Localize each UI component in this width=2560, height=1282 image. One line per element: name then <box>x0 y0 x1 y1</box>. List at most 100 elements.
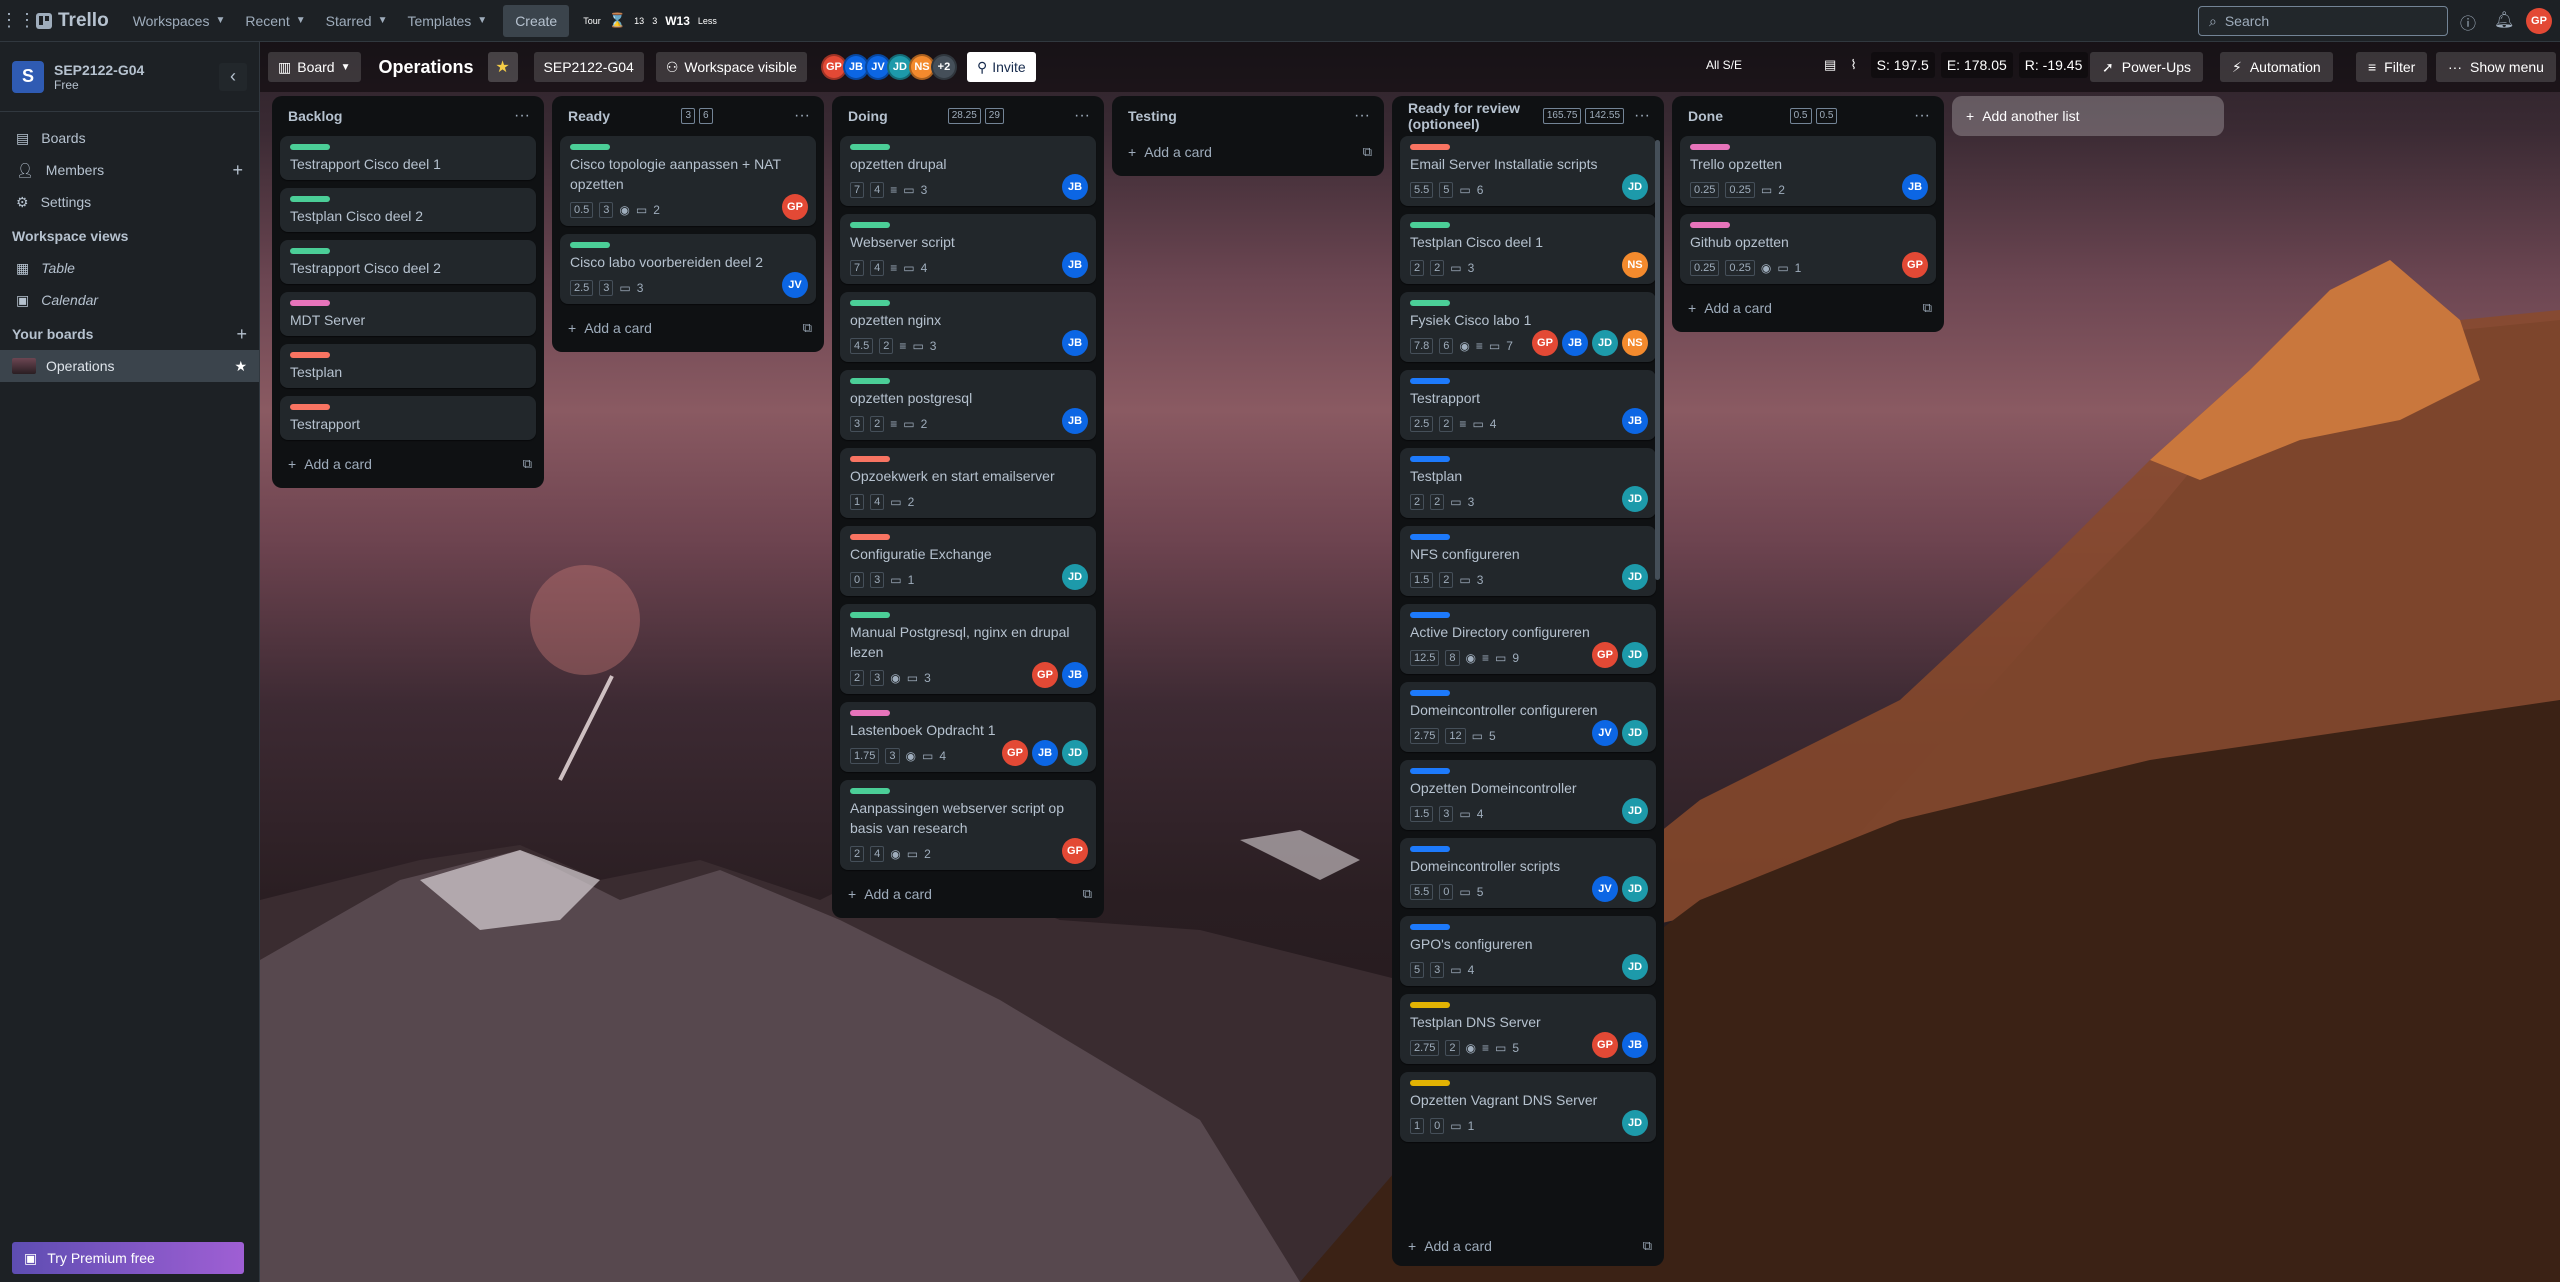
automation-button[interactable]: ⚡︎ Automation <box>2220 52 2333 82</box>
card[interactable]: Testrapport <box>280 396 536 440</box>
list-title[interactable]: Doing <box>848 108 888 124</box>
sidebar-item-settings[interactable]: ⚙ Settings <box>0 186 259 218</box>
sidebar-item-boards[interactable]: ▤ Boards <box>0 122 259 154</box>
member-avatar[interactable]: JD <box>1062 564 1088 590</box>
card[interactable]: Testplan Cisco deel 1 2 2 ▭ 3 NS <box>1400 214 1656 284</box>
card-label[interactable] <box>1410 924 1450 930</box>
star-board-icon[interactable]: ★ <box>487 52 518 82</box>
card[interactable]: Testplan 2 2 ▭ 3 JD <box>1400 448 1656 518</box>
add-member-icon[interactable]: + <box>232 160 243 181</box>
list-title[interactable]: Ready <box>568 108 610 124</box>
member-avatar[interactable]: JD <box>1622 486 1648 512</box>
workspaces-dropdown[interactable]: Workspaces ▼ <box>123 5 236 37</box>
member-avatar[interactable]: JD <box>1062 740 1088 766</box>
card-label[interactable] <box>1410 534 1450 540</box>
card[interactable]: Email Server Installatie scripts 5.5 5 ▭ 6 JD <box>1400 136 1656 206</box>
create-button[interactable]: Create <box>503 4 570 37</box>
card-label[interactable] <box>1410 1080 1450 1086</box>
template-icon[interactable]: ⧉ <box>1643 1238 1652 1254</box>
card-label[interactable] <box>1690 144 1730 150</box>
more-members-badge[interactable]: +2 <box>930 54 957 80</box>
filter-button[interactable]: ≡ Filter <box>2356 52 2428 82</box>
card[interactable]: Testplan <box>280 344 536 388</box>
member-avatar[interactable]: JD <box>1622 798 1648 824</box>
add-card-button[interactable]: + Add a card ⧉ <box>560 312 816 344</box>
card[interactable]: Webserver script 7 4 ≡ ▭ 4 JB <box>840 214 1096 284</box>
card-label[interactable] <box>290 196 330 202</box>
list-title[interactable]: Backlog <box>288 108 342 124</box>
board-title[interactable]: Operations <box>379 57 474 78</box>
tour-link[interactable]: Tour <box>583 16 601 26</box>
workspace-name[interactable]: SEP2122-G04 <box>54 62 144 78</box>
app-switcher-icon[interactable]: ⋮⋮ <box>0 10 36 31</box>
ext-counter-2[interactable]: 3 <box>652 16 657 26</box>
week-indicator[interactable]: W13 <box>665 14 690 28</box>
board-view-switcher[interactable]: ▥ Board ▼ <box>268 52 361 82</box>
list-title[interactable]: Done <box>1688 108 1723 124</box>
member-avatar[interactable]: JD <box>1622 174 1648 200</box>
member-avatar[interactable]: JB <box>1902 174 1928 200</box>
member-avatar[interactable]: JB <box>1562 330 1588 356</box>
card-label[interactable] <box>850 788 890 794</box>
less-toggle[interactable]: Less <box>698 16 717 26</box>
card[interactable]: Manual Postgresql, nginx en drupal lezen… <box>840 604 1096 694</box>
list-menu-icon[interactable]: ··· <box>1074 107 1090 125</box>
card[interactable]: Testrapport 2.5 2 ≡ ▭ 4 JB <box>1400 370 1656 440</box>
member-avatar[interactable]: JB <box>1062 330 1088 356</box>
list-title[interactable]: Testing <box>1128 108 1177 124</box>
card[interactable]: Testplan DNS Server 2.75 2 ◉ ≡ ▭ 5 GP JB <box>1400 994 1656 1064</box>
workspace-logo[interactable]: S <box>12 60 44 93</box>
card-label[interactable] <box>290 300 330 306</box>
card-label[interactable] <box>850 144 890 150</box>
card-label[interactable] <box>1410 378 1450 384</box>
member-avatar[interactable]: GP <box>1062 838 1088 864</box>
card[interactable]: Active Directory configureren 12.5 8 ◉ ≡ ▭ 9 GP… <box>1400 604 1656 674</box>
add-card-button[interactable]: + Add a card ⧉ <box>1680 292 1936 324</box>
member-avatar[interactable]: JD <box>1622 876 1648 902</box>
template-icon[interactable]: ⧉ <box>1363 144 1372 160</box>
member-avatar[interactable]: JV <box>1592 720 1618 746</box>
card-label[interactable] <box>1690 222 1730 228</box>
card[interactable]: MDT Server <box>280 292 536 336</box>
card[interactable]: Aanpassingen webserver script op basis v… <box>840 780 1096 870</box>
card[interactable]: Testplan Cisco deel 2 <box>280 188 536 232</box>
card-label[interactable] <box>570 144 610 150</box>
member-avatar[interactable]: JD <box>1592 330 1618 356</box>
card-label[interactable] <box>850 378 890 384</box>
show-menu-button[interactable]: ··· Show menu <box>2436 52 2556 82</box>
member-avatar[interactable]: JB <box>1062 174 1088 200</box>
card[interactable]: Cisco labo voorbereiden deel 2 2.5 3 ▭ 3 JV <box>560 234 816 304</box>
sidebar-item-table[interactable]: ▦ Table <box>0 252 259 284</box>
card[interactable]: Opzoekwerk en start emailserver 1 4 ▭ 2 <box>840 448 1096 518</box>
add-card-button[interactable]: + Add a card ⧉ <box>1400 1230 1656 1262</box>
user-avatar[interactable]: GP <box>2526 8 2552 34</box>
chart-icon[interactable]: ⌇ <box>1850 57 1856 73</box>
card[interactable]: Domeincontroller configureren 2.75 12 ▭ 5 JV J… <box>1400 682 1656 752</box>
card-label[interactable] <box>290 404 330 410</box>
card-label[interactable] <box>850 456 890 462</box>
star-icon[interactable]: ★ <box>234 358 247 375</box>
add-another-list-button[interactable]: + Add another list <box>1952 96 2224 136</box>
add-card-button[interactable]: + Add a card ⧉ <box>1120 136 1376 168</box>
member-avatar[interactable]: GP <box>1902 252 1928 278</box>
member-avatar[interactable]: JB <box>1062 662 1088 688</box>
add-card-button[interactable]: + Add a card ⧉ <box>840 878 1096 910</box>
member-avatar[interactable]: JB <box>1622 1032 1648 1058</box>
list-menu-icon[interactable]: ··· <box>1354 107 1370 125</box>
card-label[interactable] <box>850 300 890 306</box>
card[interactable]: Testrapport Cisco deel 1 <box>280 136 536 180</box>
member-avatar[interactable]: JB <box>1062 252 1088 278</box>
list-menu-icon[interactable]: ··· <box>1914 107 1930 125</box>
sidebar-board-operations[interactable]: Operations ★ <box>0 350 259 382</box>
member-avatar[interactable]: JV <box>1592 876 1618 902</box>
member-avatar[interactable]: GP <box>1032 662 1058 688</box>
card[interactable]: Trello opzetten 0.25 0.25 ▭ 2 JB <box>1680 136 1936 206</box>
card[interactable]: opzetten postgresql 3 2 ≡ ▭ 2 JB <box>840 370 1096 440</box>
card-label[interactable] <box>850 222 890 228</box>
member-avatar[interactable]: GP <box>1532 330 1558 356</box>
card[interactable]: Cisco topologie aanpassen + NAT opzetten… <box>560 136 816 226</box>
recent-dropdown[interactable]: Recent ▼ <box>235 5 315 37</box>
starred-dropdown[interactable]: Starred ▼ <box>316 5 398 37</box>
ext-counter-1[interactable]: 13 <box>634 16 644 26</box>
list-menu-icon[interactable]: ··· <box>514 107 530 125</box>
